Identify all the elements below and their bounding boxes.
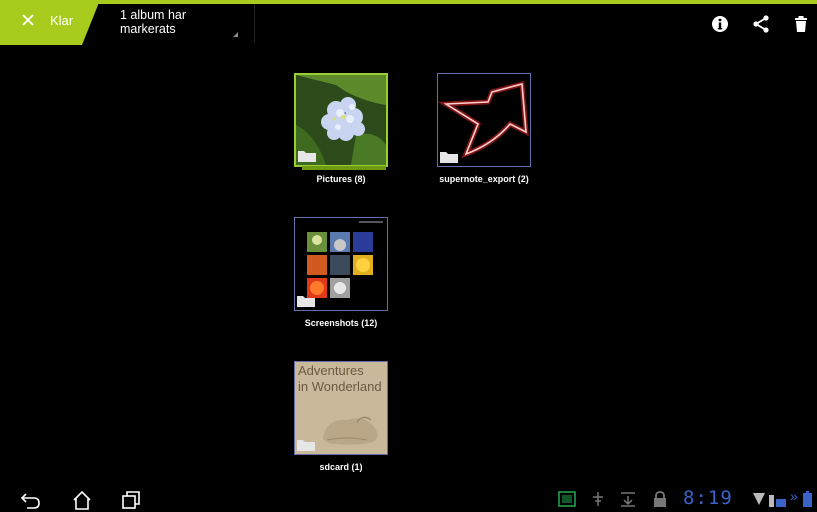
selection-text-line2: markerats bbox=[120, 22, 176, 36]
album-cover bbox=[294, 73, 388, 167]
action-bar: Klar 1 album har markerats bbox=[0, 0, 817, 45]
download-icon[interactable] bbox=[620, 491, 636, 507]
clock: 8:19 bbox=[683, 487, 733, 509]
album-cover: Adventures in Wonderland bbox=[294, 361, 388, 455]
album-caption: sdcard (1) bbox=[319, 462, 363, 472]
info-icon[interactable] bbox=[710, 14, 730, 34]
battery-dock-icon bbox=[769, 495, 786, 507]
dropdown-corner-icon bbox=[233, 32, 238, 37]
battery-icon bbox=[803, 491, 812, 507]
book-cover-text: Adventures in Wonderland bbox=[298, 363, 382, 395]
album-cover bbox=[437, 73, 531, 167]
trash-icon[interactable] bbox=[791, 14, 811, 34]
folder-icon bbox=[297, 296, 315, 307]
cover-text-line1: Adventures bbox=[298, 363, 364, 378]
album-caption: Screenshots (12) bbox=[304, 318, 378, 328]
album-screenshots[interactable]: Screenshots (12) bbox=[276, 217, 406, 332]
album-caption: Pictures (8) bbox=[316, 174, 366, 184]
cover-text-line2: in Wonderland bbox=[298, 379, 382, 394]
album-caption: supernote_export (2) bbox=[439, 174, 529, 184]
home-icon[interactable] bbox=[71, 490, 93, 510]
album-pictures[interactable]: Pictures (8) bbox=[276, 73, 406, 188]
gallery-icon[interactable] bbox=[558, 491, 576, 507]
album-cover bbox=[294, 217, 388, 311]
done-button[interactable]: Klar bbox=[0, 0, 100, 45]
folder-icon bbox=[440, 152, 458, 163]
album-sdcard[interactable]: Adventures in Wonderland sdcard (1) bbox=[276, 361, 406, 476]
album-supernote-export[interactable]: supernote_export (2) bbox=[419, 73, 549, 188]
selection-count-text: 1 album har markerats bbox=[120, 8, 186, 36]
folder-icon bbox=[298, 151, 316, 162]
selection-menu[interactable]: 1 album har markerats bbox=[94, 4, 255, 43]
done-label: Klar bbox=[50, 13, 74, 28]
usb-debug-icon[interactable] bbox=[590, 491, 606, 507]
chevron-right-icon: » bbox=[790, 488, 798, 504]
wifi-icon bbox=[753, 493, 765, 505]
lock-icon[interactable] bbox=[653, 491, 667, 507]
selection-indicator bbox=[302, 166, 386, 170]
cat-illustration bbox=[323, 416, 378, 445]
recent-apps-icon[interactable] bbox=[120, 490, 142, 510]
selection-text-line1: 1 album har bbox=[120, 8, 187, 22]
share-icon[interactable] bbox=[751, 14, 771, 34]
folder-icon bbox=[297, 440, 315, 451]
back-icon[interactable] bbox=[20, 490, 42, 510]
system-bar: 8:19 » bbox=[0, 485, 817, 512]
close-icon bbox=[22, 14, 34, 26]
